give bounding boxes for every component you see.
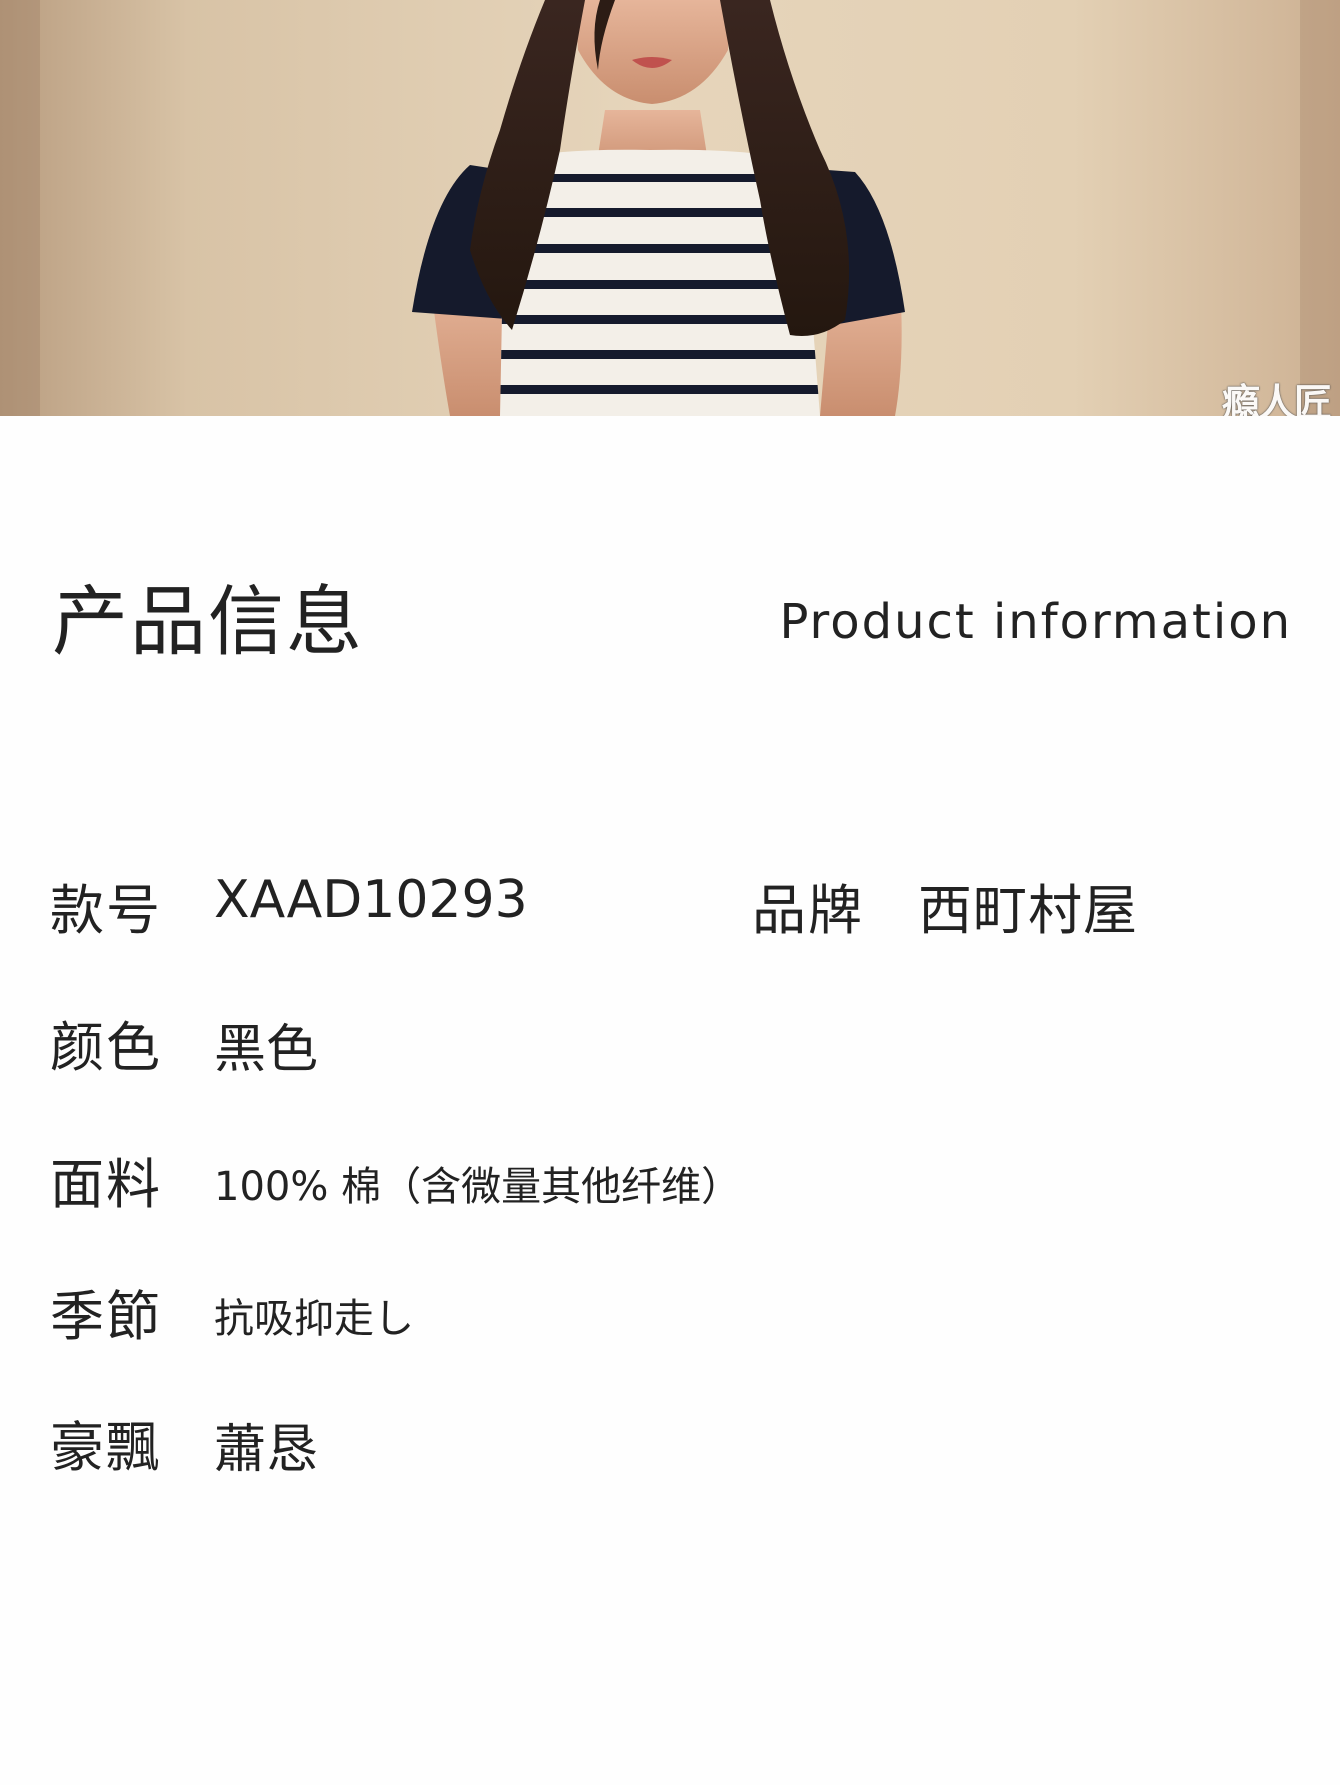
spec-value: 蕭恳	[214, 1420, 319, 1480]
hero-photo: 瘾人匠	[0, 0, 1340, 416]
model-illustration	[0, 0, 1340, 416]
section-title: 产品信息	[52, 577, 364, 666]
spec-label: 颜色	[50, 1016, 162, 1079]
watermark-text: 瘾人匠	[1221, 381, 1332, 416]
spec-label: 豪飄	[50, 1416, 162, 1479]
spec-label: 面料	[50, 1153, 162, 1216]
brand-value: 西町村屋	[918, 879, 1138, 942]
spec-label: 季節	[50, 1285, 162, 1348]
spec-label: 款号	[50, 879, 162, 942]
spec-value: 100% 棉（含微量其他纤维）	[214, 1164, 742, 1210]
spec-value: 黑色	[214, 1020, 319, 1080]
spec-value: XAAD10293	[214, 870, 528, 930]
brand-label: 品牌	[752, 879, 864, 942]
section-title-en: Product information	[779, 594, 1292, 650]
spec-value: 抗吸抑走し	[214, 1296, 414, 1342]
